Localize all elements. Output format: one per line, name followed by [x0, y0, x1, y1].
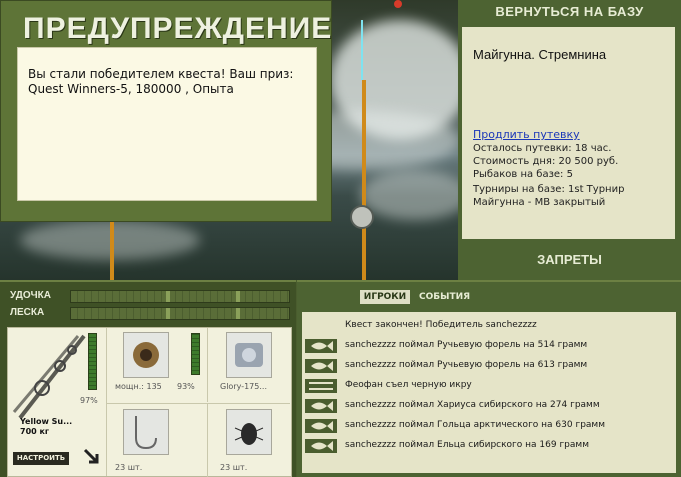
equipment-grid: 97% Yellow Su... 700 кг НАСТРОИТЬ мощн.:… [7, 327, 292, 477]
fish-icon [305, 339, 337, 353]
fishing-rod-left [110, 222, 114, 280]
fishing-line [361, 20, 363, 80]
float-icon [394, 0, 402, 8]
reel-right [350, 205, 374, 229]
fish-icon [305, 399, 337, 413]
fish-icon [305, 359, 337, 373]
list-item: Квест закончен! Победитель sanchezzzz [302, 317, 676, 337]
fishing-rod-right [362, 80, 366, 280]
line-slot[interactable]: Glory-175... [208, 328, 290, 402]
fishers-count: Рыбаков на базе: 5 [473, 169, 573, 180]
bans-button[interactable]: ЗАПРЕТЫ [458, 252, 681, 270]
event-text: sanchezzzz поймал Хариуса сибирского на … [345, 400, 600, 410]
fish-icon [305, 419, 337, 433]
hook-icon [135, 416, 157, 450]
rod-slot[interactable]: 97% Yellow Su... 700 кг НАСТРОИТЬ [8, 328, 107, 476]
beetle-icon [234, 423, 264, 445]
event-text: sanchezzzz поймал Ручьевую форель на 613… [345, 360, 588, 370]
reel-thumb [123, 332, 169, 378]
rod-icon [12, 334, 86, 420]
warning-body: Вы стали победителем квеста! Ваш приз: Q… [17, 47, 317, 201]
day-cost: Стоимость дня: 20 500 руб. [473, 156, 619, 167]
arrow-icon[interactable] [83, 448, 99, 464]
list-item: sanchezzzz поймал Ельца сибирского на 16… [302, 437, 676, 457]
bait-thumb [226, 409, 272, 455]
event-text: sanchezzzz поймал Ельца сибирского на 16… [345, 440, 589, 450]
rod-gauge-label: УДОЧКА [10, 290, 51, 301]
warning-title: ПРЕДУПРЕЖДЕНИЕ [23, 12, 333, 45]
hook-thumb [123, 409, 169, 455]
rod-tension-bar [70, 290, 290, 303]
reel-condition: 93% [177, 382, 195, 391]
tune-button[interactable]: НАСТРОИТЬ [13, 452, 69, 465]
reel-power: мощн.: 135 [115, 382, 162, 391]
rod-condition-bar [88, 333, 97, 390]
fork-knife-icon [305, 379, 337, 393]
line-name: Glory-175... [220, 382, 267, 391]
fish-icon [305, 439, 337, 453]
events-panel: ИГРОКИ СОБЫТИЯ Квест закончен! Победител… [297, 280, 681, 477]
bait-slot[interactable]: 23 шт. [208, 403, 290, 477]
permit-remaining: Осталось путевки: 18 час. [473, 143, 612, 154]
hook-slot[interactable]: 23 шт. [107, 403, 208, 477]
base-info: Майгунна. Стремнина Продлить путевку Ост… [462, 27, 675, 239]
tournament-name: Майгунна - MB закрытый [473, 197, 606, 208]
equipment-panel: УДОЧКА ЛЕСКА 97% Yellow Su... 700 кг НАС… [0, 280, 296, 477]
tournaments-line: Турниры на базе: 1st Турнир [473, 184, 625, 195]
list-item: sanchezzzz поймал Ручьевую форель на 613… [302, 357, 676, 377]
warning-dialog: ПРЕДУПРЕЖДЕНИЕ Вы стали победителем квес… [0, 0, 332, 222]
reel-icon [133, 342, 159, 368]
line-gauge-label: ЛЕСКА [10, 307, 45, 318]
warning-message: Вы стали победителем квеста! Ваш приз: Q… [28, 67, 294, 96]
event-log: Квест закончен! Победитель sanchezzzz sa… [302, 312, 676, 473]
tab-players[interactable]: ИГРОКИ [360, 290, 410, 304]
event-text: Квест закончен! Победитель sanchezzzz [345, 320, 537, 330]
return-to-base-button[interactable]: ВЕРНУТЬСЯ НА БАЗУ [458, 0, 681, 24]
list-item: sanchezzzz поймал Ручьевую форель на 514… [302, 337, 676, 357]
list-item: Феофан съел черную икру [302, 377, 676, 397]
event-text: Феофан съел черную икру [345, 380, 472, 390]
list-item: sanchezzzz поймал Хариуса сибирского на … [302, 397, 676, 417]
base-panel: ВЕРНУТЬСЯ НА БАЗУ Майгунна. Стремнина Пр… [458, 0, 681, 280]
line-thumb [226, 332, 272, 378]
location-name: Майгунна. Стремнина [473, 47, 607, 62]
line-spool-icon [235, 343, 263, 367]
bait-count: 23 шт. [220, 463, 248, 472]
reel-condition-bar [191, 333, 200, 375]
tab-events[interactable]: СОБЫТИЯ [419, 290, 470, 304]
event-text: sanchezzzz поймал Гольца арктического на… [345, 420, 605, 430]
list-item: sanchezzzz поймал Гольца арктического на… [302, 417, 676, 437]
rod-weight: 700 кг [20, 427, 50, 436]
rod-condition: 97% [80, 396, 98, 405]
event-text: sanchezzzz поймал Ручьевую форель на 514… [345, 340, 588, 350]
reel-slot[interactable]: мощн.: 135 93% [107, 328, 208, 402]
hook-count: 23 шт. [115, 463, 143, 472]
rod-name: Yellow Su... [20, 417, 73, 426]
line-tension-bar [70, 307, 290, 320]
extend-permit-link[interactable]: Продлить путевку [473, 128, 580, 141]
